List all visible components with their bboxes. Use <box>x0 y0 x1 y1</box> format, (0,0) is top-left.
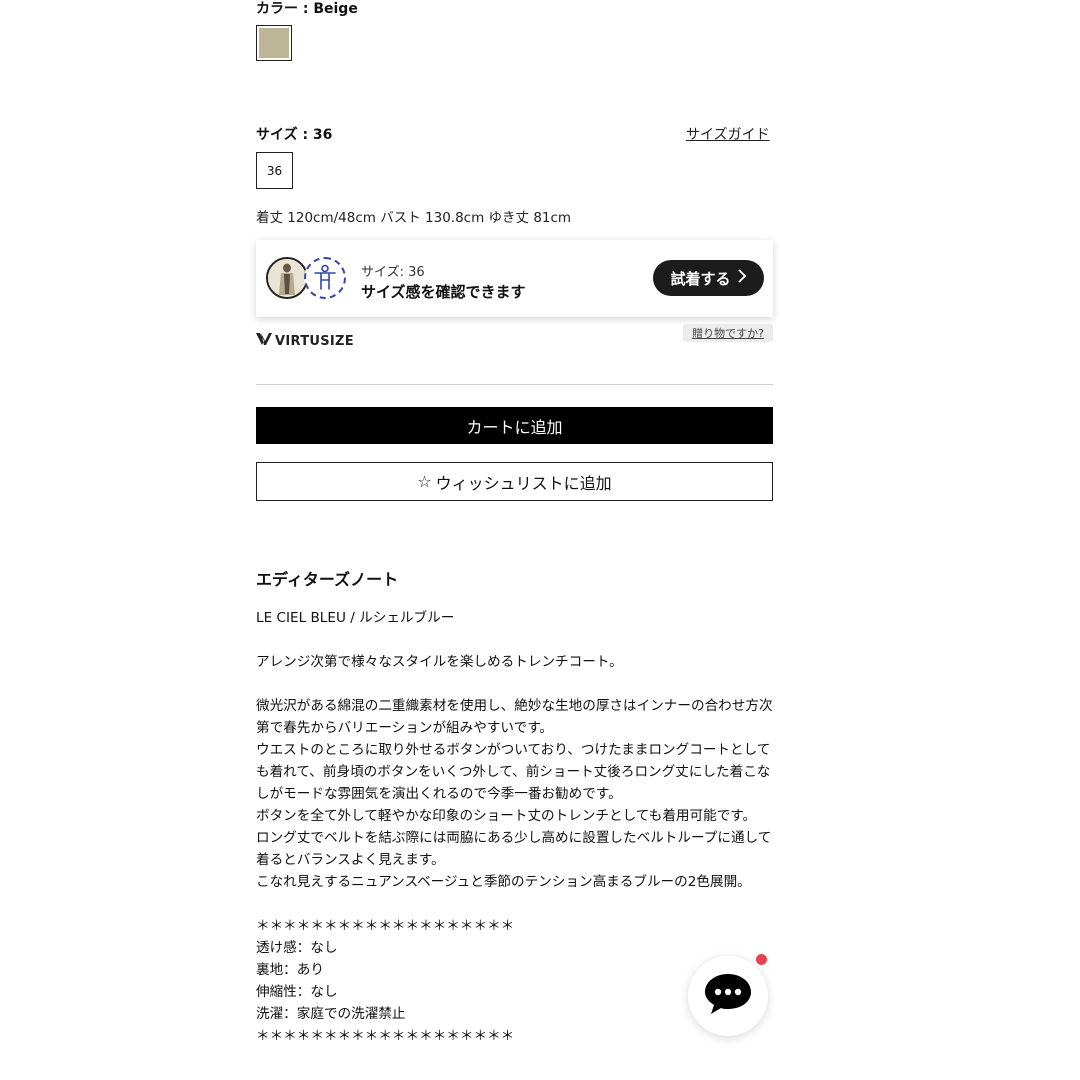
chat-bubble-icon <box>703 972 753 1020</box>
size-guide-link[interactable]: サイズガイド <box>686 124 770 144</box>
chevron-right-icon <box>737 269 747 287</box>
size-label: サイズ : 36 <box>256 127 333 143</box>
spec-line: 透け感：なし <box>256 940 338 956</box>
divider <box>256 384 773 385</box>
swatch-fill <box>259 28 289 58</box>
editors-note-title: エディターズノート <box>256 570 399 589</box>
gift-link[interactable]: 贈り物ですか? <box>683 324 773 342</box>
chat-button[interactable] <box>688 956 768 1036</box>
stars-divider: ＊＊＊＊＊＊＊＊＊＊＊＊＊＊＊＊＊＊＊ <box>256 918 515 934</box>
product-thumbnail <box>266 257 308 299</box>
try-on-button[interactable]: 試着する <box>653 260 764 296</box>
brand-line: LE CIEL BLEU / ルシェルブルー <box>256 610 455 626</box>
try-on-label: 試着する <box>670 269 731 288</box>
color-swatch-beige[interactable] <box>256 25 292 61</box>
lead-text: アレンジ次第で様々なスタイルを楽しめるトレンチコート。 <box>256 654 623 670</box>
size-measurements: 着丈 120cm/48cm バスト 130.8cm ゆき丈 81cm <box>256 210 572 226</box>
virtusize-logo-icon <box>256 333 272 349</box>
virtusize-logo: VIRTUSIZE <box>256 333 354 349</box>
virtusize-logo-text: VIRTUSIZE <box>275 333 354 349</box>
note-paragraph: ボタンを全て外して軽やかな印象のショート丈のトレンチとしても着用可能です。 <box>256 808 757 824</box>
note-paragraph: ロング丈でベルトを結ぶ際には両脇にある少し高めに設置したベルトループに通して着る… <box>256 830 772 868</box>
wishlist-label: ウィッシュリストに追加 <box>435 473 612 493</box>
star-icon: ☆ <box>417 472 432 491</box>
note-paragraph: 微光沢がある綿混の二重織素材を使用し、絶妙な生地の厚さはインナーの合わせ方次第で… <box>256 698 773 736</box>
add-to-cart-button[interactable]: カートに追加 <box>256 407 773 444</box>
note-paragraph: ウエストのところに取り外せるボタンがついており、つけたままロングコートとしても着… <box>256 742 771 802</box>
size-option-36[interactable]: 36 <box>256 152 293 189</box>
add-to-wishlist-button[interactable]: ☆ ウィッシュリストに追加 <box>256 462 773 501</box>
note-paragraph: こなれ見えするニュアンスベージュと季節のテンション高まるブルーの2色展開。 <box>256 874 751 890</box>
stars-divider: ＊＊＊＊＊＊＊＊＊＊＊＊＊＊＊＊＊＊＊ <box>256 1028 515 1044</box>
color-label: カラー : Beige <box>256 1 358 17</box>
body-measure-icon <box>304 257 346 299</box>
notification-dot <box>756 954 767 965</box>
virtusize-size-text: サイズ: 36 <box>361 265 425 280</box>
virtusize-message: サイズ感を確認できます <box>361 283 526 301</box>
